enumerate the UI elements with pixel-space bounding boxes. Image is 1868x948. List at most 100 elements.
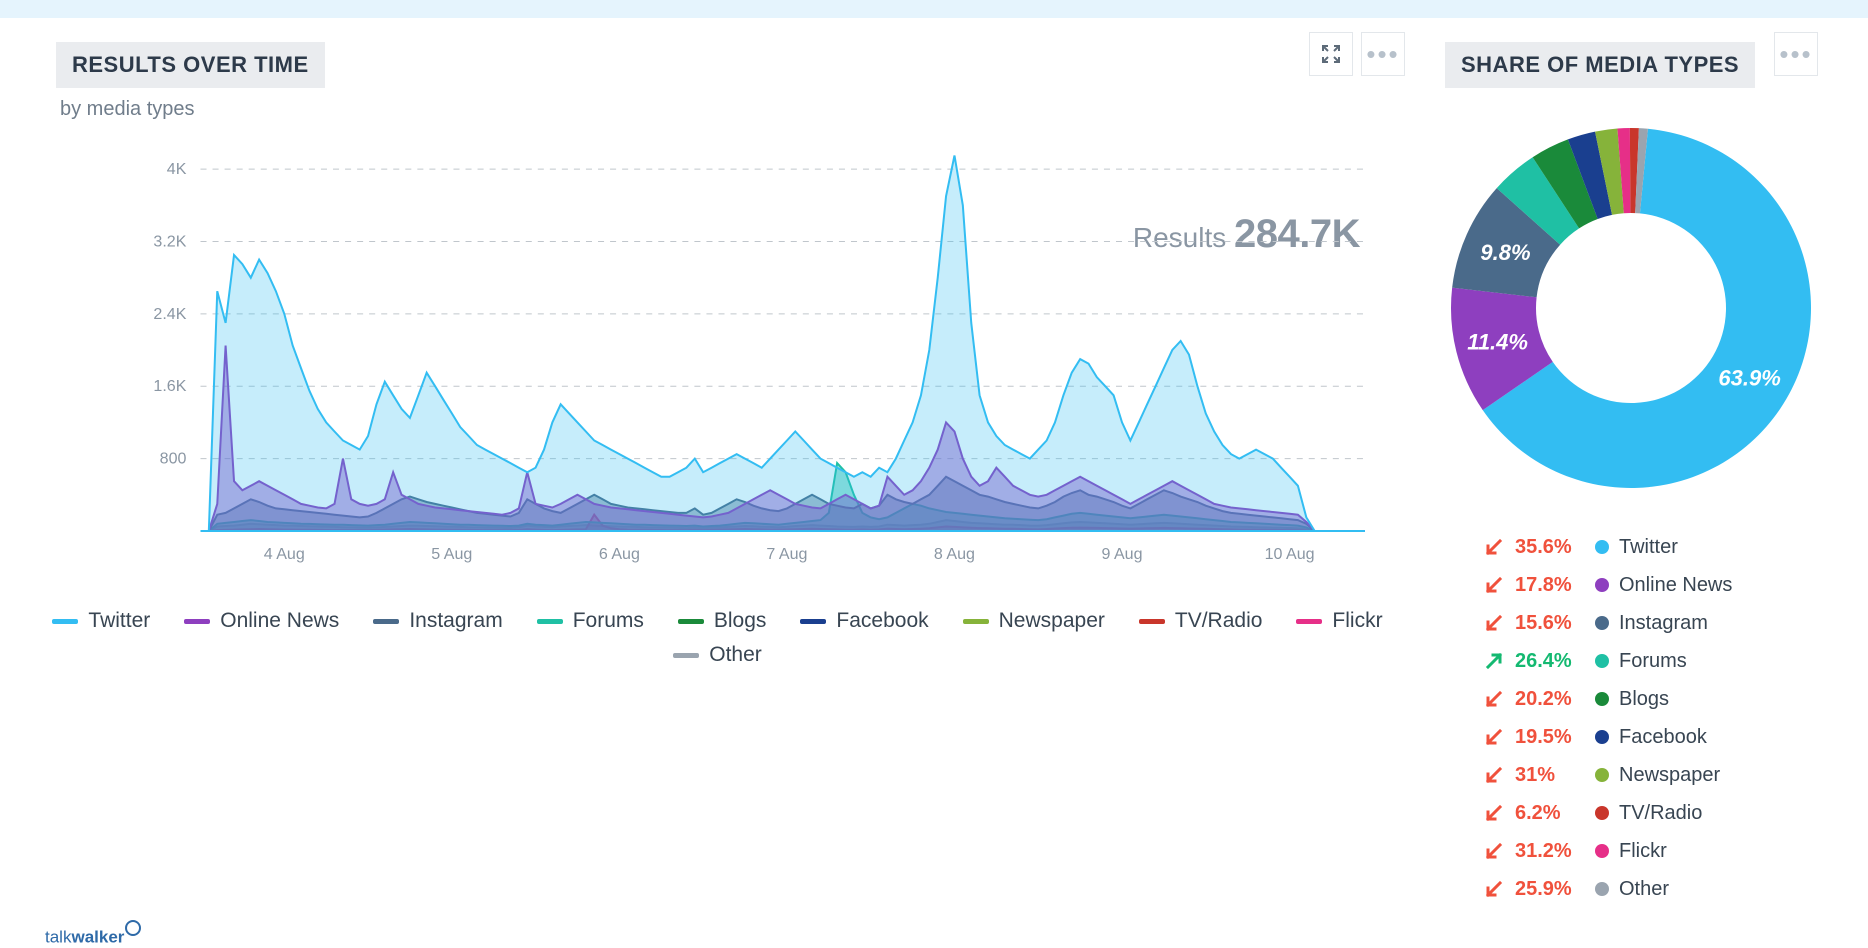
trend-pct: 19.5%: [1515, 718, 1585, 756]
trend-row-flickr[interactable]: 31.2% Flickr: [1485, 832, 1828, 870]
trend-label: TV/Radio: [1619, 794, 1702, 832]
trend-pct: 25.9%: [1515, 870, 1585, 908]
svg-text:1.6K: 1.6K: [153, 377, 186, 395]
svg-text:800: 800: [160, 450, 187, 468]
legend-dot: [1595, 654, 1609, 668]
brand-logo: talkwalker: [45, 920, 141, 948]
legend-swatch: [184, 619, 210, 624]
legend-dot: [1595, 806, 1609, 820]
legend-dot: [1595, 730, 1609, 744]
area-legend: Twitter Online News Instagram Forums Blogs Fa…: [50, 609, 1385, 667]
legend-dot: [1595, 844, 1609, 858]
svg-text:7 Aug: 7 Aug: [766, 545, 807, 563]
trend-row-twitter[interactable]: 35.6%Twitter: [1485, 528, 1828, 566]
legend-item-forums[interactable]: Forums: [537, 609, 644, 633]
trend-row-tvradio[interactable]: 6.2% TV/Radio: [1485, 794, 1828, 832]
legend-dot: [1595, 692, 1609, 706]
arrow-up-icon: [1485, 652, 1503, 670]
trend-label: Forums: [1619, 642, 1687, 680]
trend-row-facebook[interactable]: 19.5% Facebook: [1485, 718, 1828, 756]
area-chart[interactable]: 8001.6K2.4K3.2K4K4 Aug5 Aug6 Aug7 Aug8 A…: [70, 141, 1375, 591]
legend-label: Newspaper: [999, 609, 1105, 633]
legend-swatch: [963, 619, 989, 624]
trend-row-newspaper[interactable]: 31% Newspaper: [1485, 756, 1828, 794]
legend-item-twitter[interactable]: Twitter: [52, 609, 150, 633]
legend-item-newspaper[interactable]: Newspaper: [963, 609, 1105, 633]
legend-label: Facebook: [836, 609, 928, 633]
trend-pct: 6.2%: [1515, 794, 1585, 832]
arrow-down-icon: [1485, 766, 1503, 784]
svg-text:5 Aug: 5 Aug: [431, 545, 472, 563]
trend-label: Flickr: [1619, 832, 1667, 870]
more-button[interactable]: •••: [1361, 32, 1405, 76]
legend-label: Online News: [220, 609, 339, 633]
trend-label: Facebook: [1619, 718, 1707, 756]
legend-swatch: [800, 619, 826, 624]
legend-dot: [1595, 882, 1609, 896]
trend-pct: 17.8%: [1515, 566, 1585, 604]
legend-label: Forums: [573, 609, 644, 633]
arrow-down-icon: [1485, 614, 1503, 632]
expand-button[interactable]: [1309, 32, 1353, 76]
legend-label: Instagram: [409, 609, 502, 633]
donut-chart[interactable]: 63.9% 11.4% 9.8%: [1441, 108, 1821, 508]
legend-swatch: [673, 653, 699, 658]
svg-text:2.4K: 2.4K: [153, 305, 186, 323]
arrow-down-icon: [1485, 728, 1503, 746]
legend-swatch: [678, 619, 704, 624]
legend-dot: [1595, 768, 1609, 782]
trend-row-onlinenews[interactable]: 17.8%Online News: [1485, 566, 1828, 604]
legend-swatch: [1296, 619, 1322, 624]
panel-title: SHARE OF MEDIA TYPES: [1445, 42, 1755, 88]
trend-row-forums[interactable]: 26.4% Forums: [1485, 642, 1828, 680]
legend-item-onlinenews[interactable]: Online News: [184, 609, 339, 633]
legend-label: Blogs: [714, 609, 767, 633]
legend-label: Twitter: [88, 609, 150, 633]
trend-list: 35.6%Twitter17.8%Online News15.6% Instagr…: [1485, 528, 1828, 908]
share-of-media-panel: ••• SHARE OF MEDIA TYPES 63.9%11.4%9.8% …: [1433, 22, 1828, 948]
trend-pct: 31.2%: [1515, 832, 1585, 870]
legend-swatch: [373, 619, 399, 624]
trend-pct: 26.4%: [1515, 642, 1585, 680]
legend-item-blogs[interactable]: Blogs: [678, 609, 767, 633]
arrow-down-icon: [1485, 690, 1503, 708]
legend-item-flickr[interactable]: Flickr: [1296, 609, 1382, 633]
legend-item-other[interactable]: Other: [673, 643, 762, 667]
svg-text:63.9%: 63.9%: [1718, 366, 1780, 391]
legend-item-facebook[interactable]: Facebook: [800, 609, 928, 633]
svg-text:6 Aug: 6 Aug: [599, 545, 640, 563]
legend-dot: [1595, 578, 1609, 592]
trend-label: Twitter: [1619, 528, 1678, 566]
svg-text:9.8%: 9.8%: [1480, 240, 1530, 265]
arrow-down-icon: [1485, 880, 1503, 898]
arrow-down-icon: [1485, 804, 1503, 822]
legend-swatch: [52, 619, 78, 624]
trend-label: Instagram: [1619, 604, 1708, 642]
legend-item-tvradio[interactable]: TV/Radio: [1139, 609, 1263, 633]
trend-pct: 15.6%: [1515, 604, 1585, 642]
svg-text:3.2K: 3.2K: [153, 233, 186, 251]
legend-dot: [1595, 540, 1609, 554]
trend-row-instagram[interactable]: 15.6% Instagram: [1485, 604, 1828, 642]
trend-label: Blogs: [1619, 680, 1669, 718]
legend-swatch: [537, 619, 563, 624]
legend-label: Flickr: [1332, 609, 1382, 633]
more-button[interactable]: •••: [1774, 32, 1818, 76]
svg-text:10 Aug: 10 Aug: [1265, 545, 1315, 563]
legend-dot: [1595, 616, 1609, 630]
arrow-down-icon: [1485, 538, 1503, 556]
trend-pct: 31%: [1515, 756, 1585, 794]
svg-text:11.4%: 11.4%: [1467, 329, 1528, 354]
results-over-time-panel: ••• RESULTS OVER TIME by media types Res…: [20, 22, 1415, 948]
arrow-down-icon: [1485, 842, 1503, 860]
trend-row-other[interactable]: 25.9% Other: [1485, 870, 1828, 908]
top-bar: [0, 0, 1868, 18]
trend-label: Other: [1619, 870, 1669, 908]
svg-text:8 Aug: 8 Aug: [934, 545, 975, 563]
trend-label: Newspaper: [1619, 756, 1720, 794]
trend-pct: 20.2%: [1515, 680, 1585, 718]
trend-row-blogs[interactable]: 20.2% Blogs: [1485, 680, 1828, 718]
legend-item-instagram[interactable]: Instagram: [373, 609, 502, 633]
legend-swatch: [1139, 619, 1165, 624]
legend-label: TV/Radio: [1175, 609, 1263, 633]
